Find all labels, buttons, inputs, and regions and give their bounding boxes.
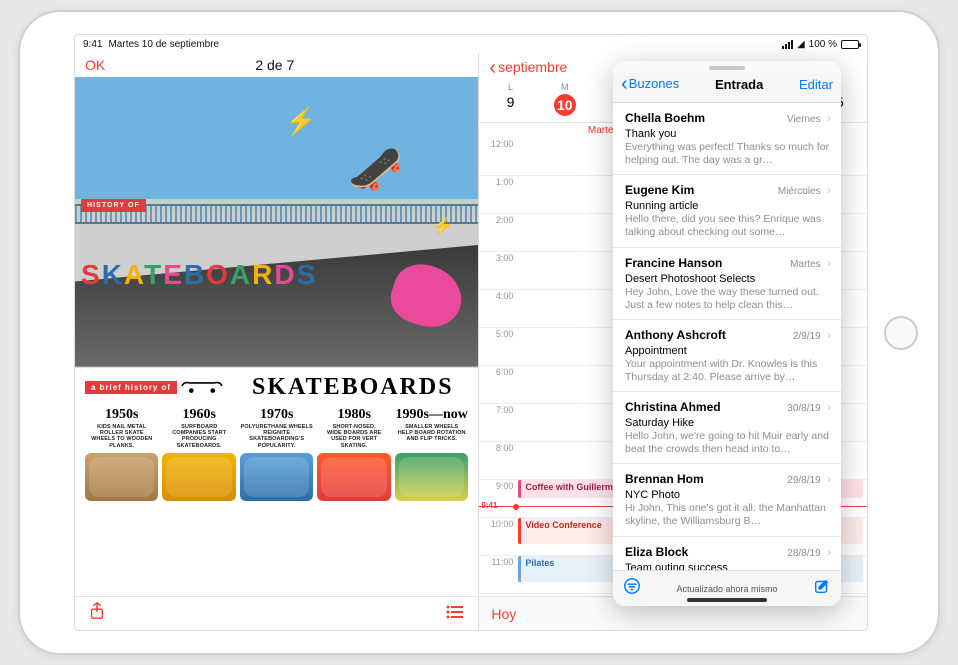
battery-pct: 100 % <box>809 39 837 50</box>
brief-history-banner: a brief history of <box>85 381 177 394</box>
skateboards-title: SKATEBOARDS <box>81 259 317 291</box>
home-button[interactable] <box>884 316 918 350</box>
mail-sender: Eugene Kim <box>625 183 694 197</box>
mail-subject: Saturday Hike <box>625 417 831 429</box>
history-banner: HISTORY OF <box>81 199 146 212</box>
filter-icon[interactable] <box>623 577 641 600</box>
skateboard-icon <box>179 376 225 398</box>
share-icon[interactable] <box>89 602 105 625</box>
ipad-frame: 9:41 Martes 10 de septiembre ◢ 100 % OK … <box>18 10 940 655</box>
list-icon[interactable] <box>446 604 464 624</box>
mail-sender: Chella Boehm <box>625 111 705 125</box>
compose-icon[interactable] <box>813 577 831 600</box>
mail-status: Actualizado ahora mismo <box>676 584 777 594</box>
mail-item[interactable]: Brennan Hom 29/8/19 › NYC PhotoHi John, Th… <box>613 464 841 536</box>
mail-preview: Hello there, did you see this? Enrique w… <box>625 213 831 239</box>
mail-item[interactable]: Francine Hanson Martes › Desert Photoshoot… <box>613 248 841 320</box>
mail-subject: Running article <box>625 200 831 212</box>
status-bar: 9:41 Martes 10 de septiembre ◢ 100 % <box>75 35 867 53</box>
photo-top-half: ⚡ ⚡ 🛹 HISTORY OF SKATEBOARDS <box>75 77 478 368</box>
mail-date: Martes <box>790 259 821 270</box>
mail-sender: Francine Hanson <box>625 256 722 270</box>
mail-nav: Buzones Entrada Editar <box>613 73 841 103</box>
mail-item[interactable]: Eliza Block28/8/19 ›Team outing successH… <box>613 537 841 571</box>
chevron-right-icon: › <box>824 545 831 559</box>
mail-sender: Eliza Block <box>625 545 688 559</box>
date-cell-today: 10 <box>538 92 592 118</box>
photo-bottom-half: a brief history of SKATEBOARDS 1950sKIDS… <box>75 368 478 596</box>
chevron-right-icon: › <box>824 111 831 125</box>
date-cell: 9 <box>483 92 537 118</box>
photos-toolbar <box>75 596 478 630</box>
mail-item[interactable]: Christina Ahmed 30/8/19 › Saturday HikeHel… <box>613 392 841 464</box>
mail-date: Miércoles <box>778 186 821 197</box>
calendar-back-button[interactable]: septiembre <box>489 59 567 75</box>
mail-preview: Your appointment with Dr. Knowles is thi… <box>625 358 831 384</box>
mail-slideover[interactable]: Buzones Entrada Editar Chella Boehm Viern… <box>613 61 841 606</box>
boards-row <box>85 453 468 501</box>
mail-list[interactable]: Chella Boehm Viernes › Thank youEverything… <box>613 103 841 570</box>
mail-edit-button[interactable]: Editar <box>799 77 833 92</box>
photos-app: OK 2 de 7 ⚡ ⚡ 🛹 HISTORY OF SKATEBO <box>75 53 479 630</box>
statusbar-time: 9:41 <box>83 39 102 50</box>
today-button[interactable]: Hoy <box>491 606 516 622</box>
mail-date: 29/8/19 <box>787 475 820 486</box>
chevron-right-icon: › <box>824 256 831 270</box>
statusbar-date: Martes 10 de septiembre <box>108 39 219 50</box>
mail-preview: Everything was perfect! Thanks so much f… <box>625 141 831 167</box>
mail-sender: Anthony Ashcroft <box>625 328 726 342</box>
screen: 9:41 Martes 10 de septiembre ◢ 100 % OK … <box>74 34 868 631</box>
cellular-icon <box>782 40 793 49</box>
now-time-label: 9:41 <box>481 501 497 510</box>
chevron-right-icon: › <box>824 400 831 414</box>
mail-sender: Brennan Hom <box>625 472 704 486</box>
mail-subject: Appointment <box>625 345 831 357</box>
skateboards-heading: SKATEBOARDS <box>252 374 454 401</box>
wifi-icon: ◢ <box>797 39 805 50</box>
mail-preview: Hello John, we're going to hit Muir earl… <box>625 430 831 456</box>
mail-sender: Christina Ahmed <box>625 400 721 414</box>
chevron-right-icon: › <box>824 472 831 486</box>
mail-subject: NYC Photo <box>625 489 831 501</box>
skater-illustration: 🛹 <box>340 134 412 205</box>
battery-icon <box>841 40 859 49</box>
mail-date: 2/9/19 <box>793 331 821 342</box>
mail-preview: Hey John, Love the way these turned out.… <box>625 286 831 312</box>
mail-date: 30/8/19 <box>787 403 820 414</box>
mail-item[interactable]: Chella Boehm Viernes › Thank youEverything… <box>613 103 841 175</box>
mail-date: Viernes <box>787 114 821 125</box>
decades-row: 1950sKIDS NAIL METAL ROLLER SKATE WHEELS… <box>85 407 468 449</box>
mail-subject: Team outing success <box>625 562 831 571</box>
chevron-right-icon: › <box>824 183 831 197</box>
chevron-right-icon: › <box>824 328 831 342</box>
home-indicator[interactable] <box>687 598 767 602</box>
mail-item[interactable]: Eugene Kim Miércoles › Running articleHell… <box>613 175 841 247</box>
mail-title: Entrada <box>715 77 763 92</box>
photos-nav: OK 2 de 7 <box>75 53 478 77</box>
mail-back-button[interactable]: Buzones <box>621 73 679 96</box>
mail-subject: Desert Photoshoot Selects <box>625 273 831 285</box>
photo-counter: 2 de 7 <box>255 57 294 73</box>
ok-button[interactable]: OK <box>85 57 105 73</box>
photo-viewer[interactable]: ⚡ ⚡ 🛹 HISTORY OF SKATEBOARDS a brief his… <box>75 77 478 596</box>
mail-subject: Thank you <box>625 128 831 140</box>
mail-date: 28/8/19 <box>787 548 820 559</box>
slideover-grabber[interactable] <box>709 66 745 70</box>
mail-preview: Hi John, This one's got it all: the Manh… <box>625 502 831 528</box>
mail-item[interactable]: Anthony Ashcroft 2/9/19 › AppointmentYour … <box>613 320 841 392</box>
